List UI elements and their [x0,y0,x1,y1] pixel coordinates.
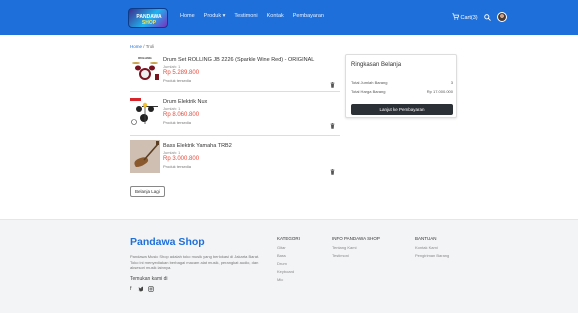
cart-count-label: Cart(3) [460,15,478,21]
cart-item-stock-status: Produk tersedia [163,78,192,83]
cart-icon [452,13,460,20]
nav-kontak[interactable]: Kontak [267,13,284,19]
cart-item-quantity: Jumlah: 1 [163,150,181,155]
user-avatar[interactable] [496,12,507,22]
summary-total-price-label: Total Harga Barang [351,89,386,94]
cart-item-quantity: Jumlah: 1 [163,64,181,69]
footer-column-title: BANTUAN [415,236,437,241]
cart-item: Bass Elektrik Yamaha TRB2 Jumlah: 1 Rp 3… [130,140,340,176]
footer-link[interactable]: Mic [277,276,300,284]
footer-link[interactable]: Testimoni [332,252,380,260]
footer-link[interactable]: Pengiriman Barang [415,252,449,260]
instagram-icon[interactable] [147,286,154,292]
twitter-icon[interactable] [137,286,143,292]
cart-item-name[interactable]: Drum Set ROLLING JB 2226 (Sparkle Wine R… [163,57,314,63]
facebook-icon[interactable]: f [130,286,132,292]
footer-column-title: KATEGORI [277,236,300,241]
order-summary-card: Ringkasan Belanja Total Jumlah Barang 3 … [345,54,457,118]
trash-icon[interactable] [330,169,335,175]
product-image-drum-set[interactable]: ROLLING [130,54,160,84]
cart-item-name[interactable]: Bass Elektrik Yamaha TRB2 [163,143,232,149]
continue-shopping-button[interactable]: Belanja Lagi [130,186,165,197]
footer-description: Pandawa Music Shop adalah toko musik yan… [130,254,260,270]
summary-title: Ringkasan Belanja [351,62,402,68]
cart-item-price: Rp 8.060.800 [163,112,200,118]
nav-pembayaran[interactable]: Pembayaran [293,13,324,19]
cart-item-stock-status: Produk tersedia [163,164,192,169]
cart-item-price: Rp 5.289.800 [163,70,200,76]
navbar: PANDAWA SHOP Home Produk ▾ Testimoni Kon… [0,0,578,35]
item-divider [130,91,340,92]
breadcrumb: Home / Troli [130,44,154,49]
footer-link[interactable]: Drum [277,260,300,268]
footer-column-bantuan: BANTUAN Kontak Kami Pengiriman Barang [415,236,449,260]
cart-item-quantity: Jumlah: 1 [163,106,181,111]
cart-item: Drum Elektrik Nux Jumlah: 1 Rp 8.060.800… [130,96,340,132]
footer: Pandawa Shop Pandawa Music Shop adalah t… [0,219,578,313]
footer-link[interactable]: Gitar [277,244,300,252]
footer-link[interactable]: Tentang Kami [332,244,380,252]
trash-icon[interactable] [330,82,335,88]
trash-icon[interactable] [330,123,335,129]
cart-item-price: Rp 3.000.800 [163,156,200,162]
search-icon[interactable] [483,13,491,21]
footer-brand: Pandawa Shop [130,236,205,248]
footer-social-links: f [130,286,154,292]
product-image-bass[interactable] [130,140,160,173]
footer-link[interactable]: Bass [277,252,300,260]
cart-item-name[interactable]: Drum Elektrik Nux [163,99,207,105]
nav-home[interactable]: Home [180,13,195,19]
footer-find-us: Temukan kami di [130,276,168,282]
summary-total-items-row: Total Jumlah Barang 3 [351,80,453,85]
svg-text:ROLLING: ROLLING [138,56,152,60]
nav-produk-dropdown[interactable]: Produk ▾ [204,13,226,19]
checkout-button[interactable]: Lanjut ke Pembayaran [351,104,453,115]
footer-column-info: INFO PANDAWA SHOP Tentang Kami Testimoni [332,236,380,260]
footer-link[interactable]: Kontak Kami [415,244,449,252]
cart-item-stock-status: Produk tersedia [163,120,192,125]
breadcrumb-home[interactable]: Home [130,44,142,49]
nav-cart[interactable]: Cart(3) [452,13,478,21]
item-divider [130,135,340,136]
svg-text:SHOP: SHOP [142,20,157,26]
cart-item: ROLLING Drum Set ROLLING JB 2226 (Sparkl… [130,54,340,90]
footer-column-title: INFO PANDAWA SHOP [332,236,380,241]
summary-total-price-value: Rp 17.000.000 [426,89,453,94]
nav-testimoni[interactable]: Testimoni [234,13,257,19]
footer-link[interactable]: Keyboard [277,268,300,276]
footer-column-kategori: KATEGORI Gitar Bass Drum Keyboard Mic [277,236,300,284]
product-image-drum-electric[interactable] [130,96,160,126]
breadcrumb-current: Troli [145,44,155,49]
summary-total-items-label: Total Jumlah Barang [351,80,388,85]
site-logo[interactable]: PANDAWA SHOP [128,8,168,28]
summary-total-items-value: 3 [450,80,453,85]
summary-total-price-row: Total Harga Barang Rp 17.000.000 [351,89,453,94]
